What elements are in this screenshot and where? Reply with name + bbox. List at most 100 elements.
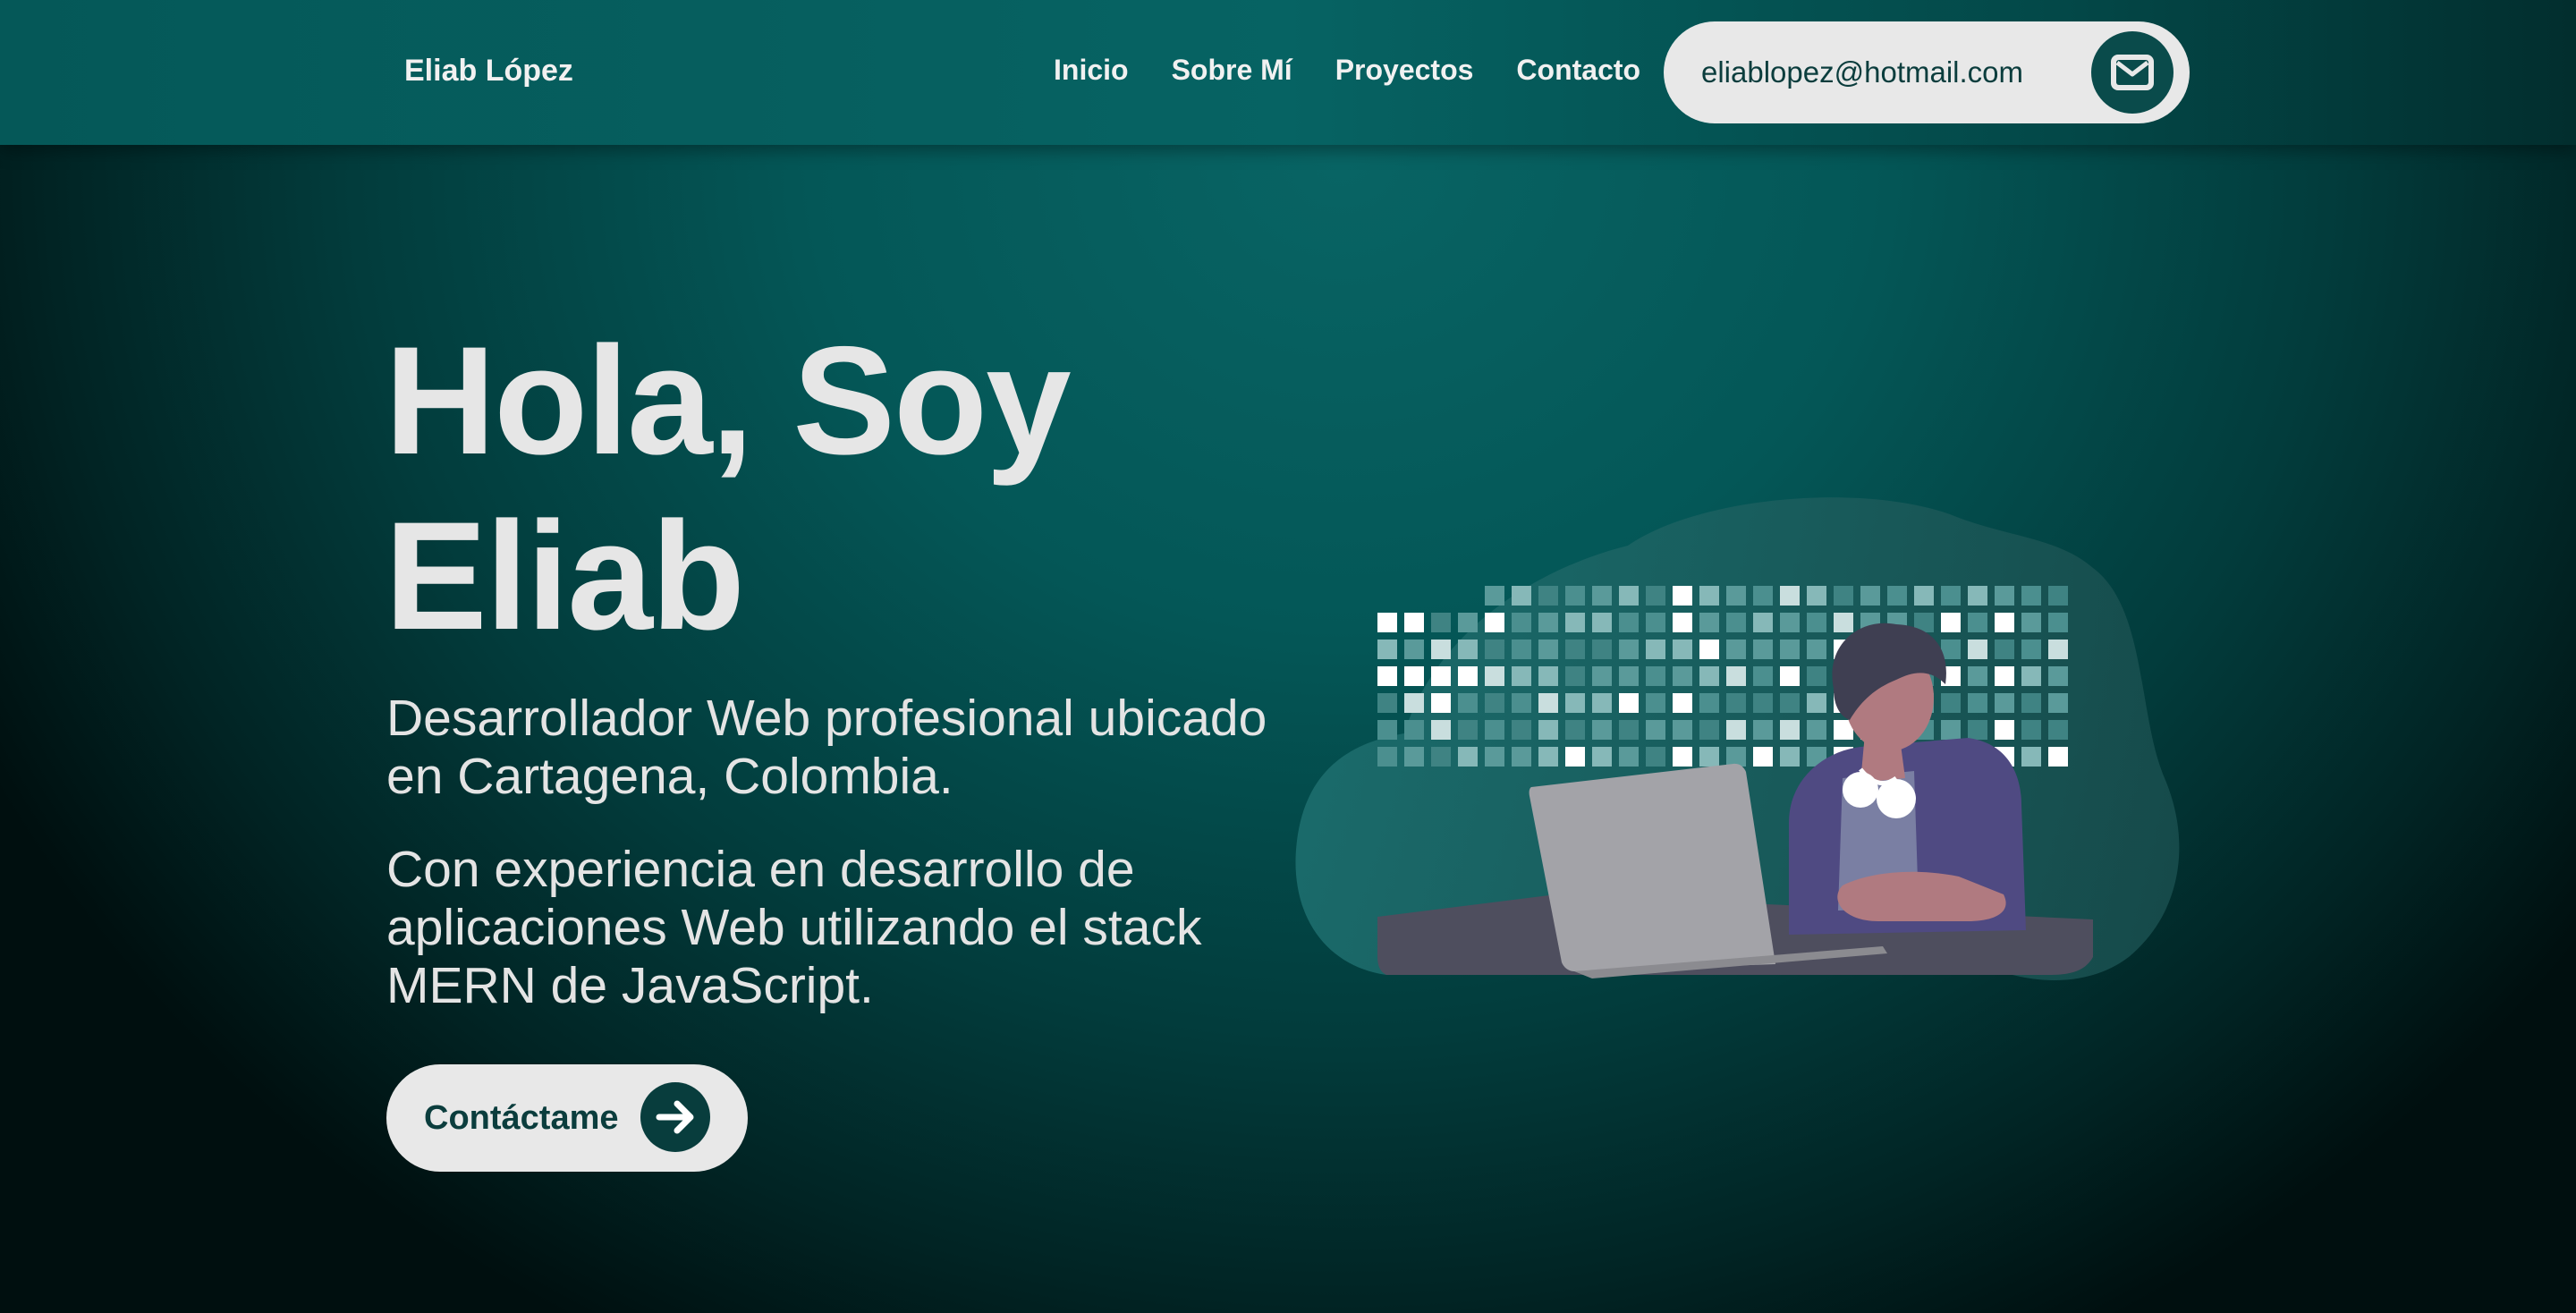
pixel-cell: [1780, 720, 1800, 740]
pixel-cell: [1753, 613, 1773, 632]
pixel-cell: [1592, 747, 1612, 767]
pixel-cell: [1404, 720, 1424, 740]
pixel-cell: [1592, 640, 1612, 659]
pixel-cell: [1431, 693, 1451, 713]
pixel-cell: [1485, 640, 1504, 659]
pixel-cell: [1673, 586, 1692, 606]
pixel-cell: [1431, 747, 1451, 767]
pixel-cell: [1968, 720, 1987, 740]
pixel-cell: [1404, 666, 1424, 686]
contact-me-label: Contáctame: [424, 1098, 619, 1137]
pixel-cell: [1941, 693, 1961, 713]
pixel-cell: [2048, 693, 2068, 713]
pixel-cell: [1699, 693, 1719, 713]
nav-link-sobre-mi[interactable]: Sobre Mí: [1172, 54, 1292, 87]
pixel-cell: [1404, 640, 1424, 659]
pixel-cell: [1485, 747, 1504, 767]
pixel-cell: [1726, 720, 1746, 740]
pixel-cell: [1726, 640, 1746, 659]
pixel-cell: [1699, 666, 1719, 686]
pixel-cell: [1565, 640, 1585, 659]
arrow-right-icon: [640, 1082, 710, 1152]
pixel-cell: [1726, 666, 1746, 686]
pixel-cell: [1941, 586, 1961, 606]
pixel-cell: [1512, 586, 1531, 606]
pixel-cell: [1995, 640, 2014, 659]
hero-description-experience: Con experiencia en desarrollo de aplicac…: [386, 841, 1202, 1014]
pixel-cell: [1565, 613, 1585, 632]
pixel-cell: [2021, 640, 2041, 659]
nav-link-inicio[interactable]: Inicio: [1054, 54, 1129, 87]
pixel-cell: [1646, 640, 1665, 659]
pixel-cell: [1673, 640, 1692, 659]
pixel-cell: [1968, 693, 1987, 713]
pixel-cell: [1458, 640, 1478, 659]
pixel-cell: [1458, 666, 1478, 686]
pixel-cell: [1538, 640, 1558, 659]
contact-me-button[interactable]: Contáctame: [386, 1064, 748, 1172]
hero-title: Hola, Soy Eliab: [385, 313, 1072, 664]
pixel-cell: [1512, 640, 1531, 659]
developer-laptop-illustration: [1295, 497, 2180, 980]
pixel-cell: [1726, 586, 1746, 606]
pixel-cell: [1753, 640, 1773, 659]
pixel-cell: [1673, 666, 1692, 686]
pixel-cell: [1780, 640, 1800, 659]
hero-description-location: Desarrollador Web profesional ubicado en…: [386, 690, 1267, 805]
pixel-cell: [1404, 693, 1424, 713]
pixel-cell: [1699, 720, 1719, 740]
pixel-cell: [1485, 693, 1504, 713]
pixel-cell: [1538, 720, 1558, 740]
pixel-cell: [1458, 747, 1478, 767]
brand-logo[interactable]: Eliab López: [404, 54, 573, 89]
pixel-cell: [1592, 666, 1612, 686]
pixel-cell: [1780, 666, 1800, 686]
nav-link-proyectos[interactable]: Proyectos: [1335, 54, 1474, 87]
pixel-cell: [1673, 747, 1692, 767]
pixel-cell: [2021, 586, 2041, 606]
envelope-icon: [2091, 31, 2174, 114]
pixel-cell: [1753, 586, 1773, 606]
pixel-cell: [1565, 747, 1585, 767]
pixel-cell: [2048, 586, 2068, 606]
pixel-cell: [2021, 693, 2041, 713]
pixel-cell: [1646, 666, 1665, 686]
pixel-cell: [1646, 586, 1665, 606]
pixel-cell: [1995, 720, 2014, 740]
pixel-cell: [1807, 666, 1826, 686]
pixel-cell: [1753, 666, 1773, 686]
pixel-cell: [1458, 720, 1478, 740]
pixel-cell: [1914, 586, 1934, 606]
pixel-cell: [1673, 613, 1692, 632]
pixel-cell: [1753, 720, 1773, 740]
pixel-cell: [1968, 666, 1987, 686]
navbar: Eliab López Inicio Sobre Mí Proyectos Co…: [0, 0, 2576, 145]
pixel-cell: [1565, 666, 1585, 686]
pixel-cell: [1699, 586, 1719, 606]
pixel-cell: [1538, 586, 1558, 606]
pixel-cell: [1699, 613, 1719, 632]
pixel-cell: [1512, 693, 1531, 713]
email-address: eliablopez@hotmail.com: [1701, 55, 2024, 89]
pixel-cell: [1377, 720, 1397, 740]
pixel-cell: [1404, 747, 1424, 767]
pixel-cell: [1592, 613, 1612, 632]
pixel-cell: [2021, 613, 2041, 632]
pixel-cell: [1592, 720, 1612, 740]
pixel-cell: [1512, 613, 1531, 632]
pixel-cell: [1485, 720, 1504, 740]
pixel-cell: [2021, 666, 2041, 686]
pixel-cell: [1995, 586, 2014, 606]
pixel-cell: [1887, 586, 1907, 606]
pixel-cell: [1673, 720, 1692, 740]
pixel-cell: [1512, 747, 1531, 767]
pixel-cell: [1646, 613, 1665, 632]
pixel-cell: [1538, 747, 1558, 767]
pixel-cell: [1673, 693, 1692, 713]
pixel-cell: [1699, 747, 1719, 767]
nav-link-contacto[interactable]: Contacto: [1516, 54, 1640, 87]
pixel-cell: [1377, 640, 1397, 659]
email-button[interactable]: eliablopez@hotmail.com: [1664, 21, 2190, 123]
pixel-cell: [1780, 747, 1800, 767]
pixel-cell: [1619, 640, 1639, 659]
